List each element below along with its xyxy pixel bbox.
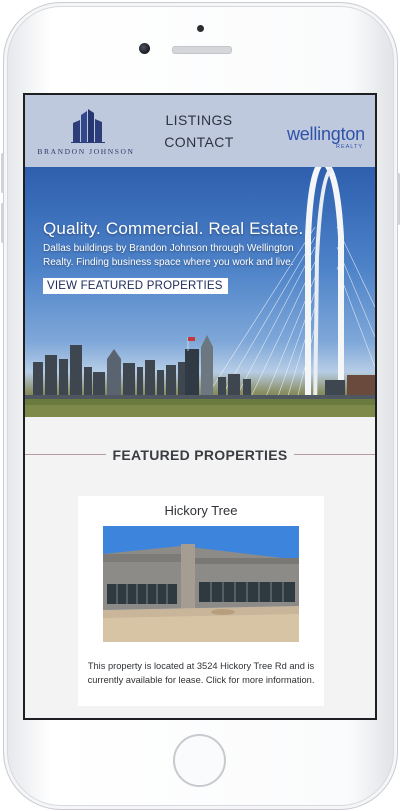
home-button[interactable] [173,734,226,787]
logo-right-word: wellington [286,124,365,144]
property-title[interactable]: Hickory Tree [78,503,324,518]
hero-subtitle: Dallas buildings by Brandon Johnson thro… [43,243,294,268]
nav-listings[interactable]: LISTINGS [155,109,243,131]
earpiece-speaker [172,46,232,54]
front-camera [139,43,150,54]
logo-right-sub: REALTY [336,144,363,150]
brandon-johnson-logo[interactable]: BRANDON JOHNSON [31,109,141,159]
volume-down-button [1,203,4,243]
hero-banner: Quality. Commercial. Real Estate. Dallas… [25,167,375,417]
phone-screen: BRANDON JOHNSON LISTINGS CONTACT welling… [23,93,377,720]
property-description: This property is located at 3524 Hickory… [87,661,315,685]
storefront-image [103,526,299,642]
featured-section: FEATURED PROPERTIES Hickory Tree This pr… [25,417,375,718]
property-card[interactable]: Hickory Tree This property is located at… [78,496,324,706]
hero-title: Quality. Commercial. Real Estate. [43,219,304,238]
site-header: BRANDON JOHNSON LISTINGS CONTACT welling… [25,95,375,167]
nav-contact[interactable]: CONTACT [155,131,243,153]
main-nav: LISTINGS CONTACT [155,109,243,153]
property-photo[interactable] [103,526,299,642]
featured-heading-text: FEATURED PROPERTIES [106,447,294,463]
wellington-realty-logo[interactable]: wellington REALTY [273,125,365,150]
featured-heading: FEATURED PROPERTIES [25,447,375,463]
view-featured-properties-button[interactable]: VIEW FEATURED PROPERTIES [43,278,228,294]
sensor-dot [197,25,204,32]
volume-up-button [1,153,4,193]
buildings-logo-icon [71,109,105,143]
logo-left-text: BRANDON JOHNSON [37,147,135,156]
